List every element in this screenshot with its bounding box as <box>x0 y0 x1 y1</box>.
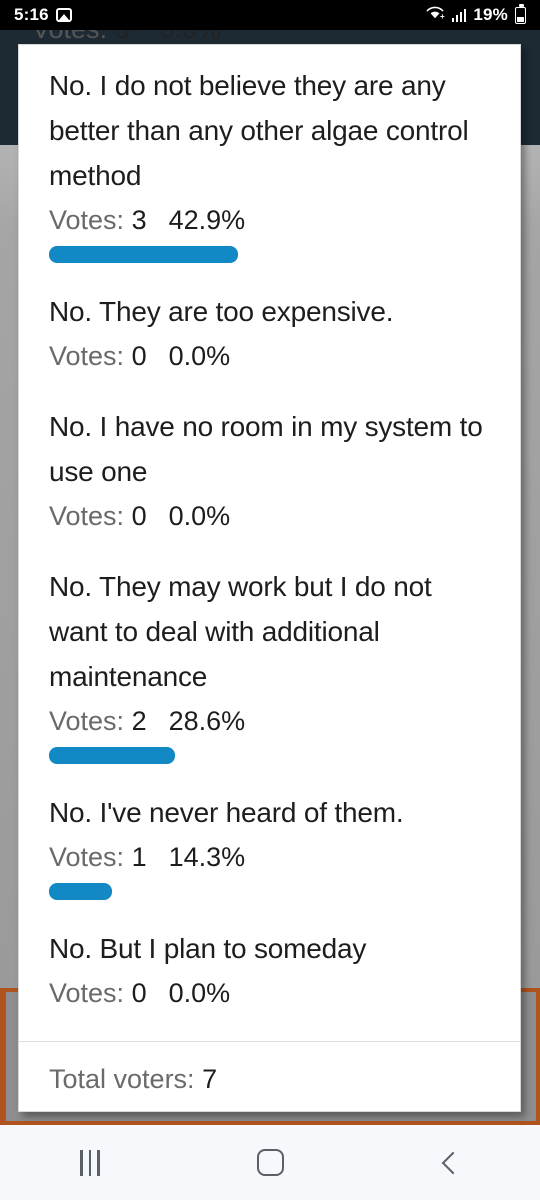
poll-option-label: No. I've never heard of them. <box>49 797 404 828</box>
poll-option-percent: 28.6% <box>168 706 246 736</box>
poll-option-label: No. But I plan to someday <box>49 933 367 964</box>
poll-option-votes-count: 0 <box>131 501 147 531</box>
poll-option-bar-fill <box>49 883 113 900</box>
poll-option: No. I have no room in my system to use o… <box>49 404 490 538</box>
poll-option-label: No. They are too expensive. <box>49 296 394 327</box>
poll-option-stats: Votes: 1 14.3% <box>49 835 490 879</box>
poll-option-votes-label: Votes: <box>49 978 125 1008</box>
poll-option-stats: Votes: 0 0.0% <box>49 334 490 378</box>
poll-option-bar-track <box>49 246 490 263</box>
poll-option: No. They may work but I do not want to d… <box>49 564 490 764</box>
poll-option-percent: 0.0% <box>168 978 231 1008</box>
total-voters-row: Total voters: 7 <box>19 1042 520 1095</box>
home-button[interactable] <box>215 1133 325 1193</box>
cellular-signal-icon <box>451 8 467 22</box>
poll-option-votes-label: Votes: <box>49 341 125 371</box>
android-nav-bar <box>0 1125 540 1200</box>
image-icon <box>55 8 72 22</box>
poll-option-label: No. I do not believe they are any better… <box>49 70 469 191</box>
poll-option-bar-fill <box>49 246 239 263</box>
poll-option-votes-label: Votes: <box>49 205 125 235</box>
svg-text:+: + <box>440 12 445 20</box>
poll-option-votes-count: 2 <box>131 706 147 736</box>
battery-percent-label: 19% <box>473 5 508 24</box>
poll-option-votes-count: 0 <box>131 341 147 371</box>
poll-option-bar-track <box>49 883 490 900</box>
status-bar-left: 5:16 <box>14 5 72 25</box>
poll-option-label: No. They may work but I do not want to d… <box>49 571 432 692</box>
status-bar-clock: 5:16 <box>14 5 49 24</box>
total-voters-label: Total voters: <box>49 1064 195 1094</box>
poll-option-stats: Votes: 3 42.9% <box>49 198 490 242</box>
poll-option-percent: 14.3% <box>168 842 246 872</box>
status-bar: 5:16 + 19% <box>0 0 540 30</box>
back-icon <box>441 1151 465 1174</box>
poll-option-votes-count: 0 <box>131 978 147 1008</box>
poll-option: No. They are too expensive. Votes: 0 0.0% <box>49 289 490 378</box>
home-icon <box>256 1149 284 1176</box>
total-voters-count: 7 <box>202 1064 218 1094</box>
poll-option-stats: Votes: 0 0.0% <box>49 971 490 1015</box>
poll-options-list: No. I do not believe they are any better… <box>19 45 520 1015</box>
poll-option-votes-count: 1 <box>131 842 147 872</box>
poll-option-bar-track <box>49 747 490 764</box>
back-button[interactable] <box>395 1133 505 1193</box>
poll-option-percent: 0.0% <box>168 341 231 371</box>
poll-option-stats: Votes: 0 0.0% <box>49 494 490 538</box>
wifi-icon: + <box>425 5 445 25</box>
poll-option-votes-label: Votes: <box>49 706 125 736</box>
recents-button[interactable] <box>35 1133 145 1193</box>
poll-option-bar-fill <box>49 747 176 764</box>
poll-option-percent: 0.0% <box>168 501 231 531</box>
poll-option: No. But I plan to someday Votes: 0 0.0% <box>49 926 490 1015</box>
poll-option-stats: Votes: 2 28.6% <box>49 699 490 743</box>
poll-option: No. I've never heard of them. Votes: 1 14.… <box>49 790 490 900</box>
poll-option-percent: 42.9% <box>168 205 246 235</box>
battery-icon <box>515 4 526 24</box>
status-bar-right: + 19% <box>425 4 526 25</box>
poll-option-votes-label: Votes: <box>49 842 125 872</box>
poll-option-votes-count: 3 <box>131 205 147 235</box>
recents-icon <box>80 1149 100 1176</box>
poll-results-card: No. I do not believe they are any better… <box>18 44 521 1112</box>
poll-option: No. I do not believe they are any better… <box>49 63 490 263</box>
poll-option-label: No. I have no room in my system to use o… <box>49 411 483 487</box>
poll-option-votes-label: Votes: <box>49 501 125 531</box>
